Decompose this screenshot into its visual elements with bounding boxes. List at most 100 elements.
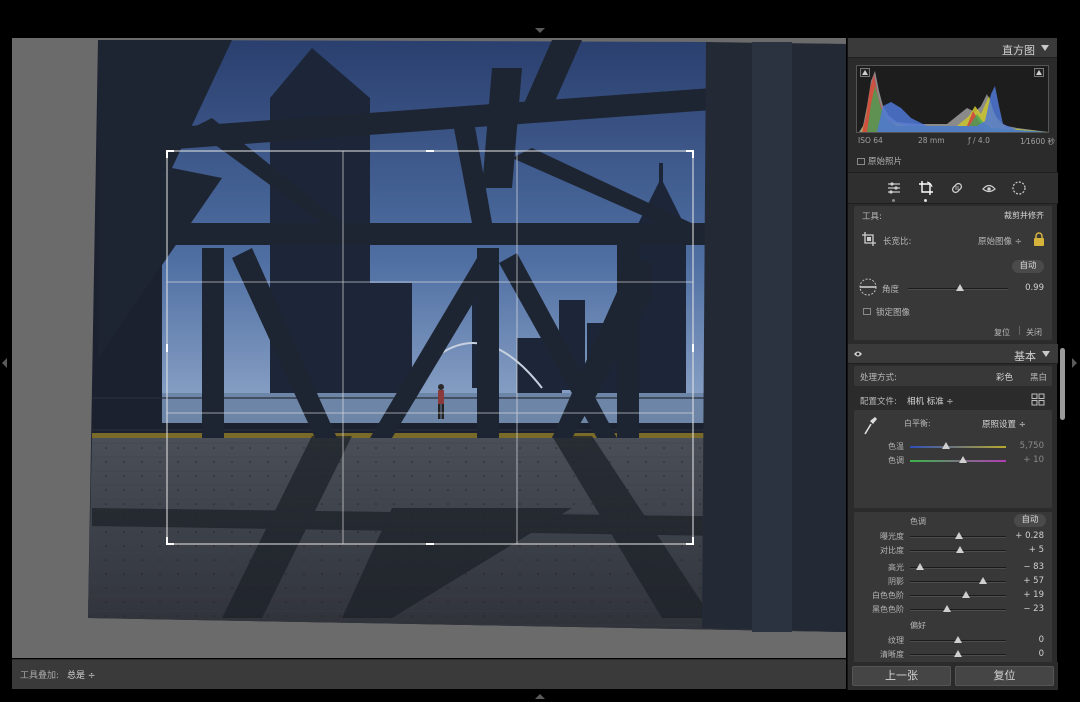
slider-thumb[interactable] <box>943 605 952 612</box>
eyedropper-icon[interactable] <box>862 416 878 436</box>
slider-value[interactable]: + 57 <box>1004 576 1044 586</box>
histogram-graph <box>859 71 1048 132</box>
left-panel-toggle[interactable] <box>2 358 7 368</box>
angle-value[interactable]: 0.99 <box>1004 283 1044 293</box>
slider-thumb[interactable] <box>954 636 962 643</box>
healing-brush-icon[interactable] <box>949 180 965 196</box>
temp-slider-thumb[interactable] <box>942 442 951 449</box>
slider-value[interactable]: 0 <box>1004 635 1044 645</box>
crop-icon[interactable] <box>918 180 934 196</box>
highlight-clipping-toggle[interactable] <box>1034 68 1044 77</box>
constrain-checkbox[interactable] <box>863 308 871 315</box>
shutter-readout: 1⁄1600 秒 <box>1020 137 1055 146</box>
tone-auto-button[interactable]: 自动 <box>1014 514 1046 527</box>
slider-track[interactable] <box>910 567 1006 569</box>
tool-indicator <box>892 199 895 202</box>
image-workspace[interactable] <box>12 38 846 658</box>
right-panel-toggle[interactable] <box>1072 358 1077 368</box>
profile-browser-icon[interactable] <box>1031 393 1045 406</box>
tint-slider-thumb[interactable] <box>958 456 967 463</box>
basic-header[interactable]: 基本 <box>848 344 1058 364</box>
mask-icon[interactable] <box>1011 180 1027 196</box>
original-photo-checkbox[interactable] <box>857 157 865 165</box>
slider-label: 纹理 <box>888 636 904 645</box>
slider-thumb[interactable] <box>954 532 963 539</box>
treatment-label: 处理方式: <box>860 373 897 383</box>
profile-select[interactable]: 相机 标准 ÷ <box>907 395 954 407</box>
angle-slider-thumb[interactable] <box>956 284 964 291</box>
histogram-title: 直方图 <box>1002 44 1035 57</box>
slider-label: 曝光度 <box>880 532 904 541</box>
tool-overlay-label: 工具叠加: <box>20 671 60 681</box>
presence-label: 偏好 <box>910 621 926 630</box>
iso-readout: ISO 64 <box>858 136 883 145</box>
straighten-level-icon[interactable] <box>858 277 878 297</box>
tint-value[interactable]: + 10 <box>1004 455 1044 465</box>
slider-value[interactable]: − 23 <box>1004 604 1044 614</box>
original-photo-toggle[interactable]: 原始照片 <box>857 155 902 167</box>
treatment-bw-button[interactable]: 黑白 <box>1030 371 1047 383</box>
eye-icon[interactable] <box>853 350 863 358</box>
crop-reset-button[interactable]: 复位 <box>994 327 1010 338</box>
slider-thumb[interactable] <box>955 546 964 553</box>
slider-thumb[interactable] <box>954 650 962 657</box>
slider-track[interactable] <box>910 595 1006 597</box>
panel-scrollbar[interactable] <box>1060 348 1065 420</box>
slider-label: 对比度 <box>880 546 904 555</box>
basic-title: 基本 <box>1014 350 1036 363</box>
slider-value[interactable]: + 5 <box>1004 545 1044 555</box>
slider-label: 黑色色阶 <box>872 605 904 614</box>
photo-canvas[interactable] <box>12 38 846 658</box>
collapse-triangle-icon[interactable] <box>1042 351 1050 357</box>
lock-icon[interactable] <box>1033 232 1045 246</box>
slider-value[interactable]: + 0.28 <box>1004 531 1044 541</box>
bottom-panel-toggle[interactable] <box>535 694 545 699</box>
slider-value[interactable]: + 19 <box>1004 590 1044 600</box>
wb-select[interactable]: 原照设置 ÷ <box>982 418 1026 430</box>
temp-value[interactable]: 5,750 <box>1004 441 1044 451</box>
slider-value[interactable]: − 83 <box>1004 562 1044 572</box>
slider-thumb[interactable] <box>978 577 987 584</box>
treatment-row: 处理方式: 彩色 黑白 <box>854 366 1052 386</box>
pillar-highlight <box>752 42 792 632</box>
shadow-clipping-toggle[interactable] <box>860 68 870 77</box>
crop-close-button[interactable]: 关闭 <box>1026 327 1042 338</box>
tool-name: 裁剪并修齐 <box>1004 211 1044 220</box>
histogram[interactable] <box>856 65 1049 133</box>
slider-label: 阴影 <box>888 577 904 586</box>
toolbar: 工具叠加: 总是 ÷ <box>12 659 846 689</box>
slider-thumb[interactable] <box>915 563 924 570</box>
reset-button[interactable]: 复位 <box>955 666 1054 686</box>
aspect-label: 长宽比: <box>883 237 912 247</box>
collapse-triangle-icon[interactable] <box>1041 45 1049 51</box>
aspect-select[interactable]: 原始图像 ÷ <box>978 235 1022 247</box>
sliders-icon[interactable] <box>886 180 902 196</box>
tone-group: 色调 自动 曝光度 + 0.28 对比度 + 5 高光 − 83 阴影 + 57 白色色阶 + 1… <box>854 512 1052 624</box>
panel-buttons: 上一张 复位 <box>848 662 1058 690</box>
focal-length-readout: 28 mm <box>918 136 945 145</box>
crop-frame-icon[interactable] <box>861 231 877 247</box>
white-balance-group: 白平衡: 原照设置 ÷ 色温 5,750 色调 + 10 <box>854 410 1052 508</box>
red-eye-icon[interactable] <box>981 180 997 196</box>
slider-label: 清晰度 <box>880 650 904 659</box>
angle-label: 角度 <box>882 285 900 295</box>
wb-label: 白平衡: <box>904 419 931 428</box>
basic-panel: 处理方式: 彩色 黑白 配置文件: 相机 标准 ÷ 白平衡: 原照设置 ÷ 色温… <box>848 364 1058 680</box>
histogram-header[interactable]: 直方图 <box>848 38 1057 58</box>
previous-button[interactable]: 上一张 <box>852 666 951 686</box>
treatment-color-button[interactable]: 彩色 <box>996 371 1013 383</box>
original-photo-label: 原始照片 <box>868 157 903 167</box>
temp-label: 色温 <box>888 442 904 451</box>
right-panel: 直方图 ISO 64 28 mm ƒ / 4.0 1⁄1600 秒 原始照片 工… <box>847 38 1058 690</box>
crop-auto-button[interactable]: 自动 <box>1012 260 1044 273</box>
slider-track[interactable] <box>910 581 1006 583</box>
slider-track[interactable] <box>910 609 1006 611</box>
tint-label: 色调 <box>888 456 904 465</box>
aperture-readout: ƒ / 4.0 <box>968 136 990 145</box>
divider: | <box>1018 326 1021 336</box>
temp-slider-track[interactable] <box>910 446 1006 448</box>
top-panel-toggle[interactable] <box>535 28 545 33</box>
slider-thumb[interactable] <box>961 591 970 598</box>
tool-overlay-select[interactable]: 总是 ÷ <box>67 668 95 681</box>
slider-value[interactable]: 0 <box>1004 649 1044 659</box>
